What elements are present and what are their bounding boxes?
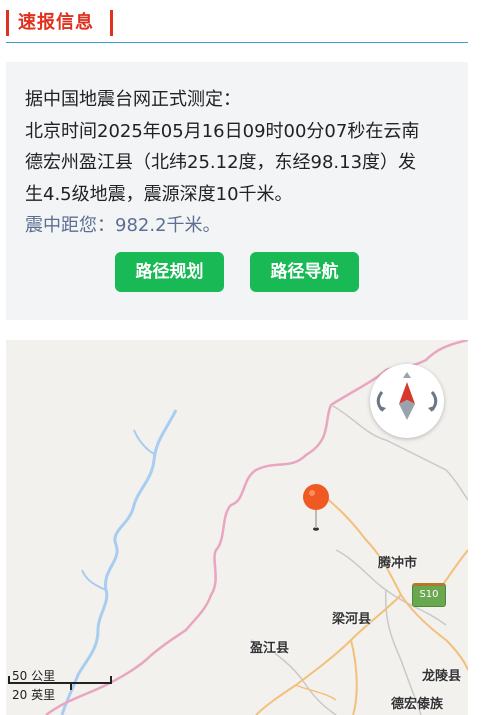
scale-mi-label: 20 英里 xyxy=(12,688,56,702)
map-label-tengchong: 腾冲市 xyxy=(378,556,418,571)
map-label-dehong: 德宏傣族 xyxy=(391,697,444,712)
report-line-3: 德宏州盈江县（北纬25.12度，东经98.13度）发 xyxy=(25,152,417,173)
report-line-2: 北京时间2025年05月16日09时00分07秒在云南 xyxy=(25,120,420,142)
report-line-1: 据中国地震台网正式测定： xyxy=(25,89,241,110)
section-title: 速报信息 xyxy=(18,12,94,33)
map-label-longling: 龙陵县 xyxy=(422,669,462,684)
map-label-yingjiang: 盈江县 xyxy=(250,641,290,656)
route-plan-button[interactable]: 路径规划 xyxy=(115,252,224,292)
section-header: 速报信息 xyxy=(6,6,468,43)
scale-tick xyxy=(110,676,112,684)
road-shield-s10: S10 xyxy=(412,583,446,607)
scale-line xyxy=(8,682,112,684)
compass-control[interactable] xyxy=(370,364,444,438)
compass-icon xyxy=(376,372,438,420)
map-label-lianghe: 梁河县 xyxy=(332,612,372,627)
header-left-bar xyxy=(6,10,9,36)
header-right-bar xyxy=(110,10,113,36)
route-nav-button[interactable]: 路径导航 xyxy=(250,252,359,292)
distance-text: 震中距您：982.2千米。 xyxy=(25,215,221,236)
map-view[interactable]: 腾冲市 梁河县 盈江县 龙陵县 德宏傣族 S10 50 公里 20 英里 xyxy=(6,340,468,715)
report-text: 据中国地震台网正式测定： 北京时间2025年05月16日09时00分07秒在云南… xyxy=(25,84,455,242)
report-line-4: 生4.5级地震，震源深度10千米。 xyxy=(25,183,293,205)
scale-tick xyxy=(8,676,10,684)
epicenter-pin-icon[interactable] xyxy=(300,483,332,535)
report-card: 据中国地震台网正式测定： 北京时间2025年05月16日09时00分07秒在云南… xyxy=(6,62,468,320)
scale-tick xyxy=(70,682,72,690)
